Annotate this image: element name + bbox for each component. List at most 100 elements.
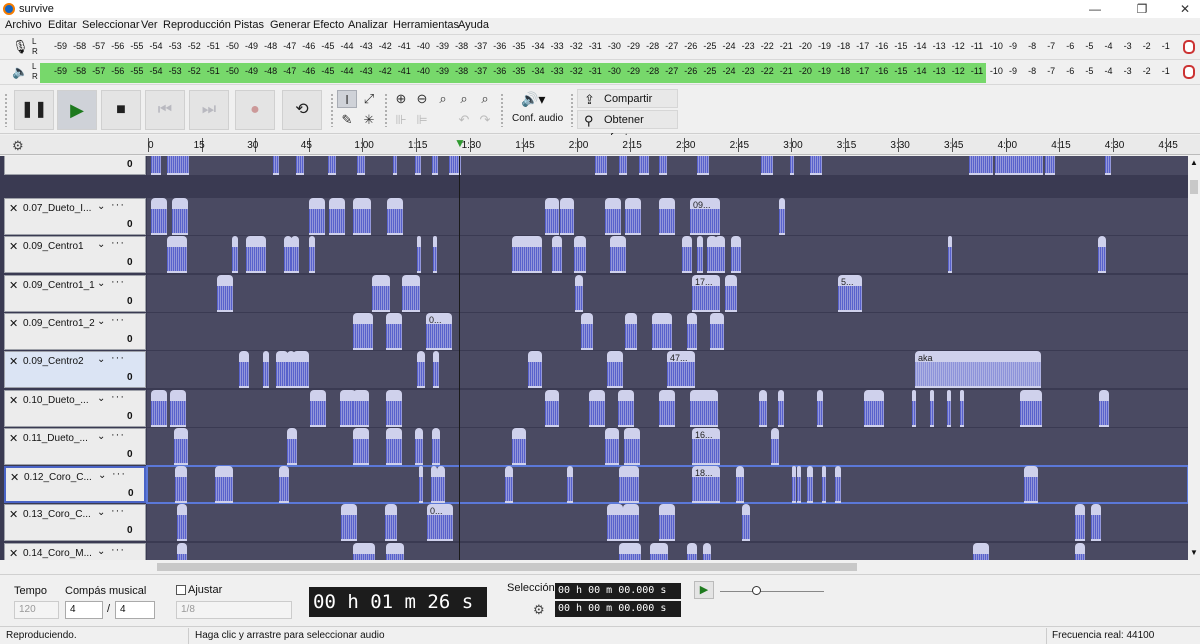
audio-clip[interactable] <box>710 312 724 350</box>
audio-clip[interactable] <box>437 466 445 504</box>
audio-clip[interactable] <box>659 504 675 542</box>
menu-analizar[interactable]: Analizar <box>348 19 388 31</box>
selection-start-time[interactable]: 00 h 00 m 00.000 s <box>555 583 681 599</box>
audio-clip[interactable] <box>341 504 357 542</box>
audio-clip[interactable] <box>167 156 189 175</box>
track-close-icon[interactable]: ✕ <box>9 240 18 253</box>
audio-clip[interactable] <box>682 236 692 274</box>
audio-clip[interactable] <box>172 198 188 235</box>
fit-selection-icon[interactable]: ⌕ <box>433 90 453 108</box>
play-head-marker-icon[interactable]: ▼ <box>454 136 466 150</box>
audio-clip[interactable] <box>309 236 315 274</box>
track-more-options-icon[interactable]: ··· <box>111 199 125 211</box>
audio-clip[interactable] <box>1075 542 1085 560</box>
audio-clip[interactable] <box>779 198 785 235</box>
silence-icon[interactable]: ⊫ <box>412 111 432 129</box>
track-lane[interactable]: 47... aka <box>147 351 1188 389</box>
menu-generar[interactable]: Generar <box>270 19 310 31</box>
audio-clip[interactable] <box>296 156 304 175</box>
audio-clip[interactable] <box>273 156 279 175</box>
audio-clip[interactable] <box>417 351 425 389</box>
audio-clip[interactable]: 16... <box>692 427 720 465</box>
audio-clip[interactable] <box>948 236 952 274</box>
zoom-out-icon[interactable]: ⊖ <box>412 90 432 108</box>
fit-project-icon[interactable]: ⌕ <box>454 90 474 108</box>
track-name[interactable]: 0.13_Coro_C... <box>23 509 97 520</box>
track-header[interactable]: ✕ 0.09_Centro2 ⌄ ··· 0 <box>4 351 146 389</box>
audio-track[interactable]: 0 <box>0 156 1188 176</box>
menu-seleccionar[interactable]: Seleccionar <box>82 19 139 31</box>
menu-efecto[interactable]: Efecto <box>313 19 344 31</box>
menu-pistas[interactable]: Pistas <box>234 19 264 31</box>
track-lane[interactable] <box>147 542 1188 560</box>
audio-clip[interactable] <box>167 236 187 274</box>
time-signature-denominator[interactable]: 4 <box>115 601 155 619</box>
track-menu-chevron-icon[interactable]: ⌄ <box>97 354 105 365</box>
menu-archivo[interactable]: Archivo <box>5 19 42 31</box>
track-menu-chevron-icon[interactable]: ⌄ <box>97 507 105 518</box>
audio-clip[interactable] <box>575 274 583 312</box>
track-header[interactable]: ✕ 0.09_Centro1 ⌄ ··· 0 <box>4 236 146 274</box>
audio-clip[interactable] <box>175 466 187 504</box>
timeline-settings-gear-icon[interactable]: ⚙ <box>12 138 24 154</box>
track-more-options-icon[interactable]: ··· <box>111 276 125 288</box>
snap-checkbox[interactable] <box>176 585 186 595</box>
audio-clip[interactable] <box>433 236 437 274</box>
track-close-icon[interactable]: ✕ <box>9 202 18 215</box>
audio-track[interactable]: ✕ 0.14_Coro_M... ⌄ ··· 0 <box>0 542 1188 560</box>
audio-clip[interactable] <box>736 466 744 504</box>
audio-clip[interactable] <box>386 427 402 465</box>
audio-clip[interactable] <box>659 156 667 175</box>
audio-clip[interactable] <box>151 198 167 235</box>
audio-clip[interactable] <box>930 389 934 427</box>
audio-clip[interactable]: 5... <box>838 274 862 312</box>
audio-clip[interactable] <box>1019 156 1043 175</box>
tempo-input[interactable]: 120 <box>14 601 59 619</box>
audio-clip[interactable] <box>512 236 542 274</box>
audio-track[interactable]: ✕ 0.10_Dueto_... ⌄ ··· 0 <box>0 389 1188 428</box>
track-close-icon[interactable]: ✕ <box>9 279 18 292</box>
track-header[interactable]: 0 <box>4 156 146 175</box>
audio-clip[interactable] <box>761 156 773 175</box>
audio-clip[interactable] <box>947 389 951 427</box>
audio-track[interactable]: ✕ 0.09_Centro2 ⌄ ··· 0 47... aka <box>0 351 1188 389</box>
audio-clip[interactable] <box>353 198 371 235</box>
audio-clip[interactable] <box>1020 389 1042 427</box>
audio-clip[interactable] <box>177 504 187 542</box>
audio-clip[interactable] <box>402 274 420 312</box>
tools-grip[interactable] <box>330 93 334 127</box>
audio-clip[interactable]: 0... <box>427 504 453 542</box>
audio-clip[interactable] <box>639 156 649 175</box>
track-close-icon[interactable]: ✕ <box>9 394 18 407</box>
audio-clip[interactable] <box>703 542 711 560</box>
speaker-icon[interactable]: 🔈 <box>12 64 28 80</box>
horizontal-scrollbar[interactable] <box>147 562 1188 572</box>
audio-clip[interactable] <box>864 389 884 427</box>
audio-clip[interactable] <box>567 466 573 504</box>
minimize-button[interactable]: — <box>1080 0 1110 18</box>
track-lane[interactable] <box>147 389 1188 427</box>
audio-clip[interactable] <box>263 351 269 389</box>
audio-clip[interactable] <box>619 156 627 175</box>
track-more-options-icon[interactable]: ··· <box>111 314 125 326</box>
track-lane[interactable] <box>147 156 1188 175</box>
audio-clip[interactable] <box>372 274 390 312</box>
audio-clip[interactable] <box>790 156 794 175</box>
audio-clip[interactable] <box>973 542 989 560</box>
audio-clip[interactable] <box>293 351 309 389</box>
audio-clip[interactable] <box>505 466 513 504</box>
edit-grip[interactable] <box>384 93 388 127</box>
playback-meter[interactable]: 🔈 LR -59 -58 -57 -56 -55 -54 -53 -52 -51 -50 -49 -4… <box>0 59 1200 85</box>
audio-clip[interactable] <box>625 198 641 235</box>
skip-end-button[interactable]: ⏭ <box>189 90 229 130</box>
audio-clip[interactable] <box>329 198 345 235</box>
audio-clip[interactable] <box>1045 156 1055 175</box>
loop-button[interactable]: ⟲ <box>282 90 322 130</box>
audio-clip[interactable] <box>552 236 562 274</box>
audio-clip[interactable] <box>605 427 619 465</box>
audio-clip[interactable] <box>1098 236 1106 274</box>
audio-clip[interactable]: 09... <box>690 198 720 235</box>
audio-clip[interactable] <box>417 236 421 274</box>
track-name[interactable]: 0.14_Coro_M... <box>23 548 97 559</box>
audio-clip[interactable] <box>310 389 326 427</box>
